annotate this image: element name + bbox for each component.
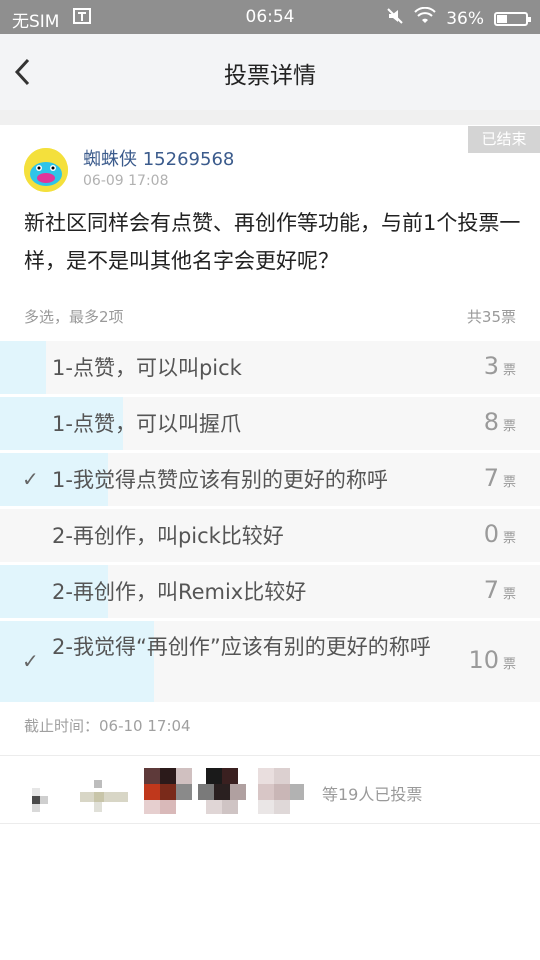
status-icons: 36% (386, 6, 531, 30)
author-nickname[interactable]: 蜘蛛侠 (83, 149, 137, 170)
poll-option-count: 0票 (483, 520, 516, 548)
chevron-left-icon (14, 58, 30, 86)
poll-option[interactable]: ✓ 2-我觉得“再创作”应该有别的更好的称呼 10 票 (0, 621, 540, 702)
author-name[interactable]: 蜘蛛侠 15269568 (83, 145, 234, 171)
poll-option[interactable]: ✓ 1-我觉得点赞应该有别的更好的称呼 7票 (0, 453, 540, 506)
poll-option-label: 2-再创作，叫Remix比较好 (52, 580, 307, 604)
poll-option-label: 2-再创作，叫pick比较好 (52, 524, 284, 548)
poll-option[interactable]: ✓ 1-点赞，可以叫握爪 8票 (0, 397, 540, 450)
poll-question: 新社区同样会有点赞、再创作等功能，与前1个投票一样，是不是叫其他名字会更好呢？ (24, 211, 521, 273)
poll-deadline: 截止时间：06-10 17:04 (24, 717, 191, 735)
poll-option-label: 1-点赞，可以叫pick (52, 356, 242, 380)
poll-option-label: 2-我觉得“再创作”应该有别的更好的称呼 (52, 635, 431, 659)
voters-count-text[interactable]: 等19人已投票 (322, 781, 422, 805)
wifi-icon (414, 6, 436, 30)
voter-avatar[interactable] (26, 768, 76, 818)
voter-avatar[interactable] (198, 768, 248, 818)
poll-option-count: 7票 (483, 576, 516, 604)
poll-option[interactable]: ✓ 2-再创作，叫Remix比较好 7票 (0, 565, 540, 618)
poll-option[interactable]: ✓ 2-再创作，叫pick比较好 0票 (0, 509, 540, 562)
divider (0, 823, 540, 824)
poll-option-label: 1-点赞，可以叫握爪 (52, 412, 241, 436)
voter-avatar[interactable] (254, 768, 304, 818)
avatar[interactable] (24, 148, 68, 192)
post-time: 06-09 17:08 (83, 173, 169, 189)
back-button[interactable] (10, 54, 40, 90)
poll-total: 共35票 (466, 308, 516, 326)
poll-option-count: 7票 (483, 464, 516, 492)
poll-option-bar (0, 341, 47, 394)
poll-option[interactable]: ✓ 1-点赞，可以叫pick 3票 (0, 341, 540, 394)
mute-icon (386, 7, 404, 30)
voter-avatar[interactable] (80, 768, 130, 818)
poll-option-label: 1-我觉得点赞应该有别的更好的称呼 (52, 468, 388, 492)
status-badge: 已结束 (468, 126, 540, 153)
check-icon: ✓ (22, 467, 39, 491)
poll-option-count: 10 票 (468, 646, 516, 674)
voter-avatar[interactable] (142, 768, 192, 818)
poll-option-count: 8票 (483, 408, 516, 436)
author-id[interactable]: 15269568 (143, 149, 235, 170)
voters-row[interactable]: 等19人已投票 (0, 756, 540, 824)
nav-bar: 投票详情 (0, 34, 540, 111)
poll-mode: 多选，最多2项 (24, 308, 124, 326)
status-bar: 无SIM 06:54 36% (0, 0, 540, 34)
battery-text: 36% (446, 8, 484, 29)
page-title: 投票详情 (224, 63, 316, 89)
poll-options: ✓ 1-点赞，可以叫pick 3票 ✓ 1-点赞，可以叫握爪 8票 ✓ 1-我觉… (0, 341, 540, 705)
check-icon: ✓ (22, 649, 39, 673)
section-divider (0, 110, 540, 125)
poll-option-count: 3票 (483, 352, 516, 380)
battery-icon (494, 11, 531, 26)
